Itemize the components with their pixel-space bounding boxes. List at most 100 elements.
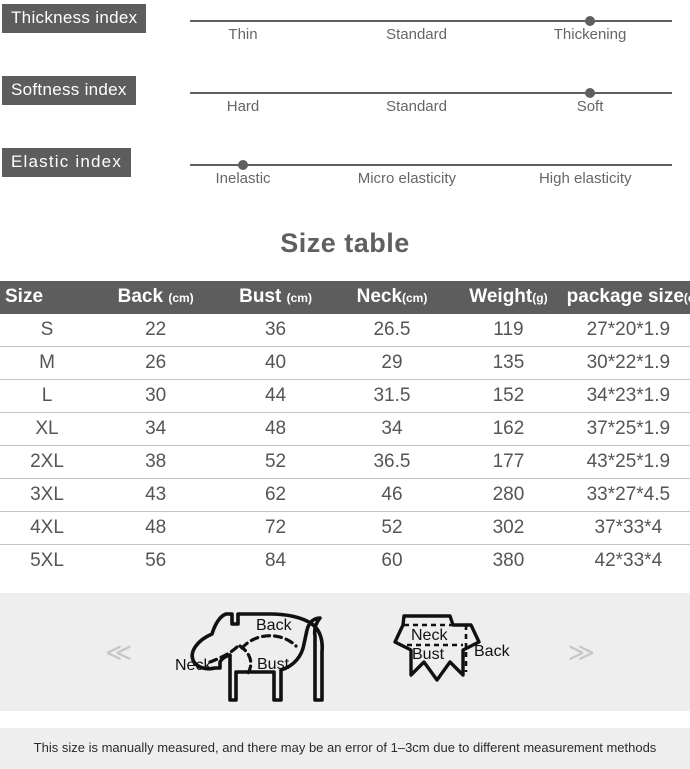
cell-bust: 48 — [217, 412, 334, 446]
cell-package: 27*20*1.9 — [566, 314, 690, 347]
cell-size: M — [0, 346, 94, 380]
cell-neck: 31.5 — [333, 379, 451, 413]
cell-size: 4XL — [0, 511, 94, 545]
slider-track — [190, 160, 672, 170]
cell-bust: 36 — [217, 314, 334, 347]
slider-labels: Thin Standard Thickening — [190, 26, 672, 50]
cell-weight: 162 — [450, 412, 567, 446]
cell-neck: 60 — [381, 550, 403, 571]
cell-package: 33*27*4.5 — [566, 478, 690, 512]
size-table: Size Back (cm) Bust (cm) Neck(cm) Weight… — [0, 281, 690, 577]
col-header-size: Size — [0, 281, 94, 314]
slider-option-1[interactable]: Micro elasticity — [358, 170, 456, 187]
cell-neck: 52 — [333, 511, 451, 545]
illustration-panel: ≪ Back Bust Neck Neck Bust Back ≫ — [0, 593, 690, 711]
slider-option-2[interactable]: High elasticity — [539, 170, 632, 187]
col-header-back: Back (cm) — [94, 281, 218, 314]
cell-back: 38 — [94, 445, 218, 479]
cell-neck: 34 — [333, 412, 451, 446]
cell-neck: 29 — [333, 346, 451, 380]
cell-neck: 36.5 — [333, 445, 451, 479]
size-table-title: Size table — [280, 228, 410, 258]
cell-back: 22 — [94, 314, 218, 347]
garment-bust-label: Bust — [412, 646, 445, 663]
slider-track — [190, 16, 672, 26]
col-header-package: package size(cm) — [566, 281, 690, 314]
slider-labels: Hard Standard Soft — [190, 98, 672, 122]
cell-size: 5XL — [30, 550, 64, 571]
slider-thumb[interactable] — [585, 16, 596, 26]
slider-elastic[interactable]: Inelastic Micro elasticity High elastici… — [190, 160, 672, 194]
slider-labels: Inelastic Micro elasticity High elastici… — [190, 170, 672, 194]
table-header-row: Size Back (cm) Bust (cm) Neck(cm) Weight… — [0, 281, 690, 314]
garment-back-label: Back — [474, 643, 511, 660]
col-header-bust: Bust (cm) — [217, 281, 334, 314]
col-header-size-text: Size — [5, 286, 44, 307]
cell-back: 30 — [94, 379, 218, 413]
slider-thumb[interactable] — [585, 88, 596, 98]
cell-size: 3XL — [0, 478, 94, 512]
cell-bust: 44 — [217, 379, 334, 413]
cell-bust: 40 — [217, 346, 334, 380]
slider-option-0[interactable]: Inelastic — [216, 170, 271, 187]
measurement-figures: Back Bust Neck Neck Bust Back — [174, 600, 517, 705]
table-row: M 26 40 29 135 30*22*1.9 — [0, 346, 690, 380]
cell-neck: 46 — [333, 478, 451, 512]
col-header-weight: Weight(g) — [450, 281, 567, 314]
cell-package: 37*33*4 — [566, 511, 690, 545]
index-row-thickness: Thickness index Thin Standard Thickening — [0, 4, 690, 76]
cell-bust: 62 — [217, 478, 334, 512]
table-row: L 30 44 31.5 152 34*23*1.9 — [0, 379, 690, 413]
cell-weight: 152 — [450, 379, 567, 413]
col-header-weight-unit: (g) — [532, 291, 548, 305]
size-table-header: Size Back (cm) Bust (cm) Neck(cm) Weight… — [0, 281, 690, 314]
chevron-left-icon[interactable]: ≪ — [105, 639, 132, 665]
chevron-right-icon[interactable]: ≫ — [568, 639, 595, 665]
slider-option-0[interactable]: Hard — [227, 98, 260, 115]
index-section: Thickness index Thin Standard Thickening… — [0, 0, 690, 220]
col-header-neck-text: Neck — [356, 286, 403, 307]
cell-size: S — [0, 314, 94, 347]
slider-option-2[interactable]: Thickening — [554, 26, 627, 43]
index-label-elastic: Elastic index — [2, 148, 132, 177]
table-row: S 22 36 26.5 119 27*20*1.9 — [0, 314, 690, 347]
dog-neck-label: Neck — [175, 657, 212, 674]
cell-back: 34 — [94, 412, 218, 446]
cell-weight: 280 — [450, 478, 567, 512]
slider-thumb[interactable] — [238, 160, 249, 170]
col-header-bust-unit: (cm) — [286, 291, 312, 305]
table-row: 4XL 48 72 52 302 37*33*4 — [0, 511, 690, 545]
size-table-body: S 22 36 26.5 119 27*20*1.9 M 26 40 29 13… — [0, 314, 690, 577]
cell-bust: 72 — [217, 511, 334, 545]
table-row: 3XL 43 62 46 280 33*27*4.5 — [0, 478, 690, 512]
cell-bust: 52 — [217, 445, 334, 479]
index-row-softness: Softness index Hard Standard Soft — [0, 76, 690, 148]
col-header-back-text: Back — [117, 286, 164, 307]
slider-option-1[interactable]: Standard — [386, 98, 447, 115]
table-row: XL 34 48 34 162 37*25*1.9 — [0, 412, 690, 446]
slider-thickness[interactable]: Thin Standard Thickening — [190, 16, 672, 50]
cell-package: 42*33*4 — [594, 550, 663, 571]
col-header-weight-text: Weight — [469, 286, 533, 307]
col-header-neck-unit: (cm) — [402, 291, 428, 305]
cell-package: 43*25*1.9 — [566, 445, 690, 479]
cell-weight: 135 — [450, 346, 567, 380]
table-row: 2XL 38 52 36.5 177 43*25*1.9 — [0, 445, 690, 479]
cell-back: 26 — [94, 346, 218, 380]
cell-weight: 302 — [450, 511, 567, 545]
slider-softness[interactable]: Hard Standard Soft — [190, 88, 672, 122]
dog-measurement-diagram: Back Bust Neck — [175, 611, 324, 702]
slider-option-0[interactable]: Thin — [228, 26, 257, 43]
dog-back-measure-line — [239, 633, 298, 650]
dog-back-label: Back — [256, 617, 293, 634]
slider-track — [190, 88, 672, 98]
col-header-bust-text: Bust — [239, 286, 282, 307]
slider-option-2[interactable]: Soft — [577, 98, 604, 115]
cell-size: L — [0, 379, 94, 413]
table-row: 5XL 56 84 60 380 42*33*4 — [0, 545, 690, 578]
cell-weight: 177 — [450, 445, 567, 479]
slider-option-1[interactable]: Standard — [386, 26, 447, 43]
cell-neck: 26.5 — [333, 314, 451, 347]
cell-back: 43 — [94, 478, 218, 512]
cell-package: 34*23*1.9 — [566, 379, 690, 413]
